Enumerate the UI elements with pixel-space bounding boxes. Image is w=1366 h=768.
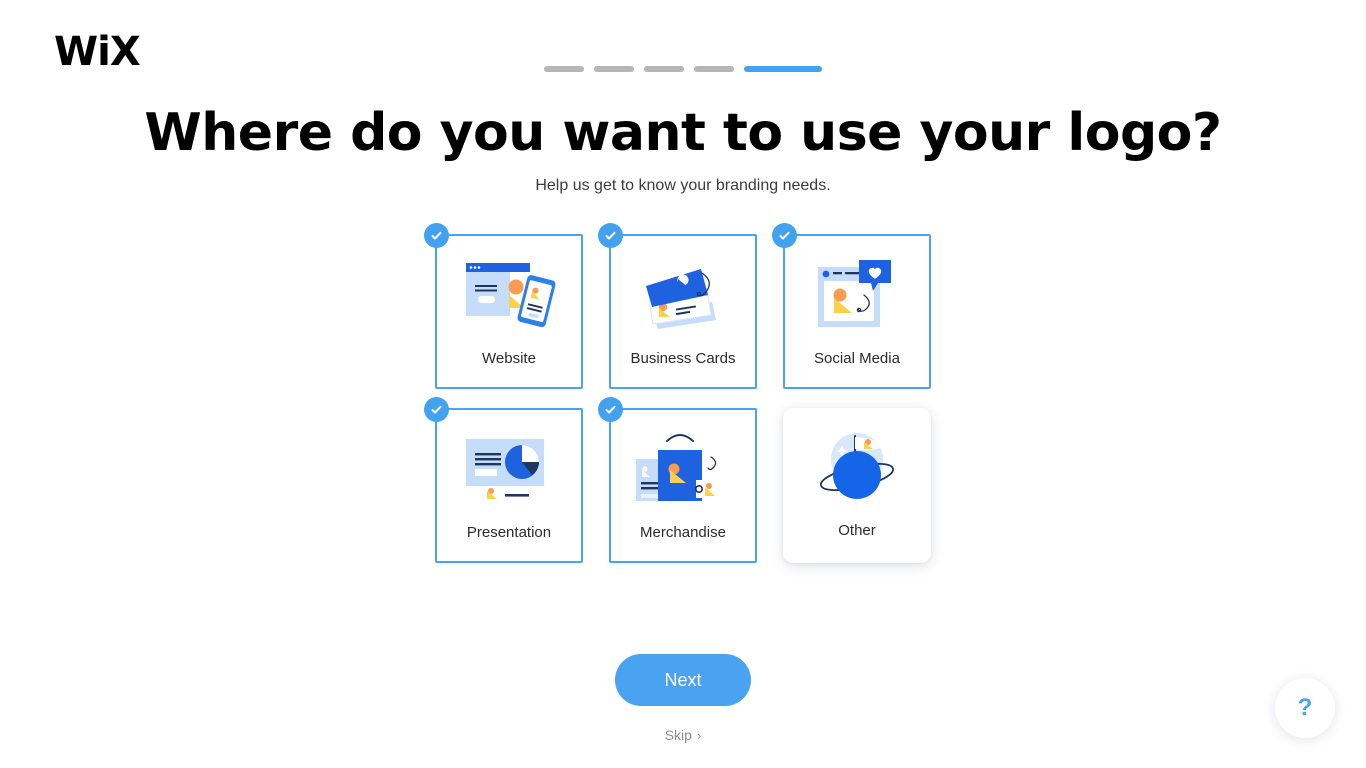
option-label-website: Website <box>482 350 536 367</box>
option-card-merchandise[interactable]: Merchandise <box>598 397 757 563</box>
option-label-presentation: Presentation <box>466 524 552 541</box>
presentation-illustration <box>449 427 569 513</box>
check-icon-presentation <box>424 397 449 422</box>
business-cards-illustration <box>623 253 743 339</box>
check-icon-website <box>424 223 449 248</box>
skip-button[interactable]: Skip › <box>665 727 702 743</box>
option-card-presentation[interactable]: Presentation <box>424 397 583 563</box>
chevron-right-icon: › <box>696 727 702 743</box>
option-card-other[interactable]: Other <box>783 408 931 563</box>
social-media-illustration <box>797 253 917 339</box>
option-card-website[interactable]: Website <box>424 223 583 389</box>
option-card-social-media[interactable]: Social Media <box>772 223 931 389</box>
planet-illustration <box>797 425 917 511</box>
progress-segment-3 <box>644 66 684 72</box>
progress-segment-4 <box>694 66 734 72</box>
help-button[interactable]: ? <box>1275 678 1335 738</box>
progress-segment-5-active <box>744 66 822 72</box>
option-label-other: Other <box>838 522 876 539</box>
option-card-business-cards[interactable]: Business Cards <box>598 223 757 389</box>
next-button[interactable]: Next <box>615 654 751 706</box>
page-title: Where do you want to use your logo? <box>144 103 1222 163</box>
check-icon-social-media <box>772 223 797 248</box>
onboarding-screen: WiX Where do you want to use your logo? … <box>0 0 1366 768</box>
check-icon-business-cards <box>598 223 623 248</box>
page-subtitle: Help us get to know your branding needs. <box>535 177 831 194</box>
progress-segment-2 <box>594 66 634 72</box>
option-label-merchandise: Merchandise <box>640 524 726 541</box>
progress-indicator <box>0 66 1366 72</box>
progress-segment-1 <box>544 66 584 72</box>
option-label-business-cards: Business Cards <box>630 350 736 367</box>
check-icon-merchandise <box>598 397 623 422</box>
skip-label: Skip <box>664 727 692 743</box>
merchandise-illustration <box>623 427 743 513</box>
website-illustration <box>449 253 569 339</box>
option-label-social-media: Social Media <box>814 350 900 367</box>
question-mark-icon: ? <box>1297 694 1313 721</box>
option-grid: Website Business Cards Social Media Pres… <box>424 223 931 563</box>
